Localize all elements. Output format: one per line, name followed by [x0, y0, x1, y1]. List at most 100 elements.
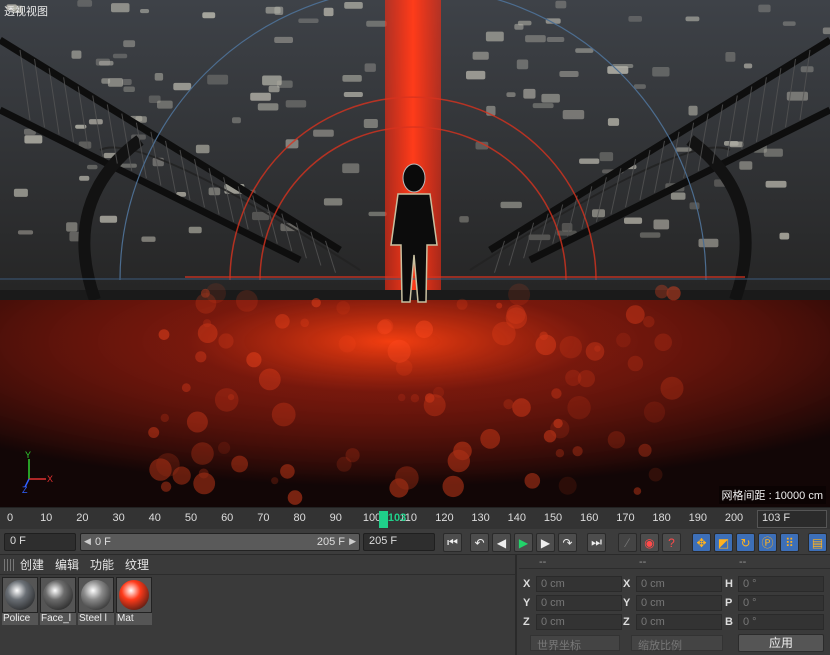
coordinate-manager: -- -- -- X0 cm X 0 cm H 0 ° Y 0 cm Y 0 cm P 0 ° Z 0 …	[519, 555, 830, 655]
tick-label: 200	[724, 512, 744, 524]
material-preview	[78, 577, 114, 613]
svg-text:X: X	[47, 474, 53, 484]
axis-label: Y	[523, 597, 531, 609]
coord-header-position: --	[539, 556, 547, 568]
material-sphere-icon	[5, 580, 35, 610]
material-swatch[interactable]: Police	[2, 577, 38, 625]
go-to-end-button[interactable]: ⏭	[587, 533, 606, 552]
tick-label: 80	[293, 512, 306, 524]
material-manager: 创建 编辑 功能 纹理 Police Face_l Steel l Mat	[0, 555, 517, 655]
material-sphere-icon	[81, 580, 111, 610]
material-preview	[116, 577, 152, 613]
go-to-start-button[interactable]: ⏮	[443, 533, 462, 552]
scale-icon: ◩	[717, 535, 730, 550]
playhead-frame-label: 103	[387, 512, 407, 524]
axis-label: Z	[523, 616, 530, 628]
coord-header-size: --	[639, 556, 647, 568]
coordinate-input[interactable]: 0 °	[738, 576, 824, 592]
tick-label: 190	[688, 512, 707, 524]
play-button[interactable]: ▶	[514, 533, 533, 552]
material-name: Mat	[116, 613, 152, 625]
timeline-track[interactable]: 0 10 20 30 40 50 60 70 80 90 100 110 120 130 140 150 160…	[0, 508, 752, 530]
record-icon: ◉	[644, 535, 655, 550]
next-frame-button[interactable]: ▶	[536, 533, 555, 552]
range-right-arrow-icon[interactable]: ▶	[349, 536, 356, 547]
material-sphere-icon	[43, 580, 73, 610]
menu-function[interactable]: 功能	[90, 556, 114, 573]
material-preview	[40, 577, 76, 613]
coordinate-input[interactable]: 0 cm	[636, 595, 722, 611]
start-frame-field[interactable]: 0 F	[4, 533, 76, 551]
position-key-button[interactable]: ✥	[692, 533, 711, 552]
tick-label: 170	[616, 512, 635, 524]
panel-grip-icon[interactable]	[4, 558, 14, 571]
coord-header-rotation: --	[739, 556, 747, 568]
step-forward-icon: ▶	[540, 535, 551, 550]
menu-create[interactable]: 创建	[20, 556, 44, 573]
scale-key-button[interactable]: ◩	[714, 533, 733, 552]
key-icon: ⁄	[626, 535, 629, 550]
question-icon: ?	[668, 535, 675, 550]
axis-label: H	[725, 578, 733, 590]
range-left-arrow-icon[interactable]: ◀	[84, 536, 91, 547]
tick-label: 50	[184, 512, 198, 524]
prev-key-button[interactable]: ↶	[470, 533, 489, 552]
point-level-button[interactable]: ⠿	[780, 533, 799, 552]
coordinate-input[interactable]: 0 cm	[636, 614, 722, 630]
grid-spacing-label: 网格间距 : 10000 cm	[718, 486, 826, 504]
tick-label: 130	[471, 512, 490, 524]
tick-label: 160	[580, 512, 599, 524]
next-key-button[interactable]: ↷	[558, 533, 577, 552]
material-swatch[interactable]: Face_l	[40, 577, 76, 625]
world-coordinates-select[interactable]: 世界坐标	[530, 635, 620, 652]
record-keys-button[interactable]: ⁄	[618, 533, 637, 552]
prev-frame-button[interactable]: ◀	[492, 533, 511, 552]
skip-forward-icon: ⏭	[591, 535, 602, 549]
coordinate-input[interactable]: 0 cm	[536, 614, 622, 630]
coordinate-input[interactable]: 0 °	[738, 614, 824, 630]
viewport-title: 透视视图	[4, 6, 48, 18]
material-swatch[interactable]: Steel l	[78, 577, 114, 625]
coordinate-input[interactable]: 0 cm	[636, 576, 722, 592]
tick-label: 0	[6, 512, 14, 524]
perspective-viewport[interactable]: Y X Z 透视视图 网格间距 : 10000 cm	[0, 0, 830, 507]
prev-key-icon: ↶	[474, 535, 485, 550]
keyframe-selection-button[interactable]: ?	[662, 533, 681, 552]
material-preview	[2, 577, 38, 613]
move-icon: ✥	[696, 535, 707, 550]
axis-label: B	[725, 616, 733, 628]
tick-label: 90	[329, 512, 342, 524]
axis-label: X	[523, 578, 531, 590]
coordinate-input[interactable]: 0 cm	[536, 576, 622, 592]
axis-label: P	[725, 597, 733, 609]
menu-edit[interactable]: 编辑	[55, 556, 79, 573]
menu-texture[interactable]: 纹理	[125, 556, 149, 573]
rotation-key-button[interactable]: ↻	[736, 533, 755, 552]
tick-label: 70	[257, 512, 270, 524]
timeline-ruler[interactable]: 0 10 20 30 40 50 60 70 80 90 100 110 120 130 140 150 160…	[0, 507, 830, 529]
tick-label: 60	[221, 512, 234, 524]
preview-range-slider[interactable]: ◀ 0 F 205 F ▶	[80, 533, 360, 551]
apply-button[interactable]: 应用	[738, 634, 824, 652]
range-start-label: 0 F	[95, 536, 111, 548]
current-frame-field[interactable]: 103 F	[757, 510, 827, 528]
parameter-key-button[interactable]: Ⓟ	[758, 533, 777, 552]
skip-back-icon: ⏮	[447, 535, 458, 549]
next-key-icon: ↷	[562, 535, 573, 550]
rotate-icon: ↻	[740, 535, 751, 550]
transport-bar: 0 F ◀ 0 F 205 F ▶ 205 F ⏮ ↶ ◀ ▶ ▶ ↷ ⏭ ⁄ …	[0, 529, 830, 555]
playhead-handle[interactable]	[378, 511, 388, 528]
timeline-window-button[interactable]: ▤	[808, 533, 827, 552]
scale-ratio-select[interactable]: 缩放比例	[631, 635, 723, 652]
material-menu-bar: 创建 编辑 功能 纹理	[0, 555, 515, 575]
end-frame-field[interactable]: 205 F	[363, 533, 435, 551]
tick-label: 10	[40, 512, 53, 524]
auto-keying-button[interactable]: ◉	[640, 533, 659, 552]
coordinate-input[interactable]: 0 °	[738, 595, 824, 611]
axis-label: Z	[623, 616, 630, 628]
step-back-icon: ◀	[496, 535, 507, 550]
tick-label: 140	[507, 512, 526, 524]
coordinate-input[interactable]: 0 cm	[536, 595, 622, 611]
material-swatch[interactable]: Mat	[116, 577, 152, 625]
range-end-label: 205 F	[316, 536, 345, 548]
